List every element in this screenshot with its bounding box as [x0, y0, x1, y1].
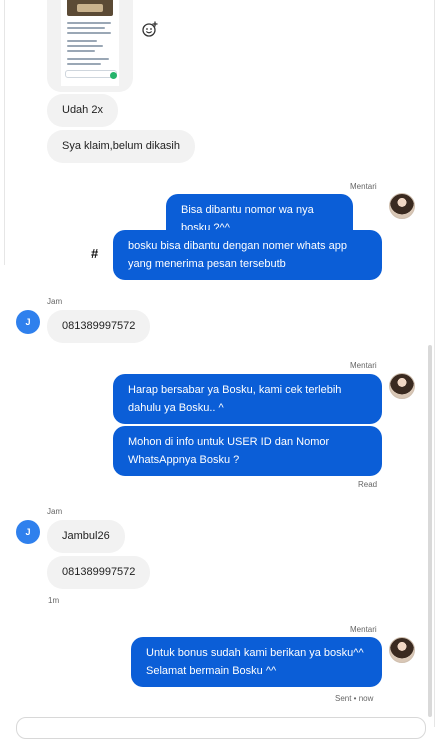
scrollbar-thumb[interactable] — [428, 345, 432, 717]
message-time: 1m — [48, 596, 60, 605]
thumbnail-text-line — [67, 40, 97, 42]
sender-name: Mentari — [350, 625, 377, 634]
thumbnail-banner — [67, 0, 113, 16]
thumbnail-text-line — [67, 32, 111, 34]
message-input[interactable] — [16, 717, 426, 739]
sent-status: Sent • now — [335, 694, 374, 703]
thumbnail-text-line — [67, 58, 109, 60]
incoming-message: Jambul26 — [47, 520, 125, 553]
sender-name: Mentari — [350, 361, 377, 370]
add-reaction-icon[interactable] — [141, 20, 159, 38]
incoming-message: 081389997572 — [47, 556, 151, 589]
frame-divider — [0, 0, 5, 265]
thumbnail-text-line — [67, 45, 103, 47]
incoming-message: Sya klaim,belum dikasih — [47, 130, 195, 163]
sender-name: Mentari — [350, 182, 377, 191]
thumbnail-text-line — [67, 27, 105, 29]
outgoing-message: Mohon di info untuk USER ID dan Nomor Wh… — [113, 426, 382, 476]
image-attachment-thumbnail[interactable] — [47, 0, 133, 92]
thumbnail-text-line — [67, 22, 111, 24]
agent-avatar — [389, 193, 415, 219]
thumbnail-text-line — [67, 63, 101, 65]
outgoing-message: Harap bersabar ya Bosku, kami cek terleb… — [113, 374, 382, 424]
user-avatar: J — [16, 520, 40, 544]
sender-name: Jam — [47, 507, 63, 516]
read-status: Read — [358, 480, 378, 489]
incoming-message: 081389997572 — [47, 310, 151, 343]
hash-symbol: # — [91, 246, 99, 261]
sender-name: Jam — [47, 297, 63, 306]
thumbnail-text-line — [67, 50, 95, 52]
thumbnail-send-dot — [110, 72, 117, 79]
outgoing-message: bosku bisa dibantu dengan nomer whats ap… — [113, 230, 382, 280]
user-avatar: J — [16, 310, 40, 334]
agent-avatar — [389, 637, 415, 663]
incoming-message: Udah 2x — [47, 94, 118, 127]
outgoing-message: Untuk bonus sudah kami berikan ya bosku^… — [131, 637, 382, 687]
agent-avatar — [389, 373, 415, 399]
thumbnail-phone-screen — [61, 0, 119, 86]
